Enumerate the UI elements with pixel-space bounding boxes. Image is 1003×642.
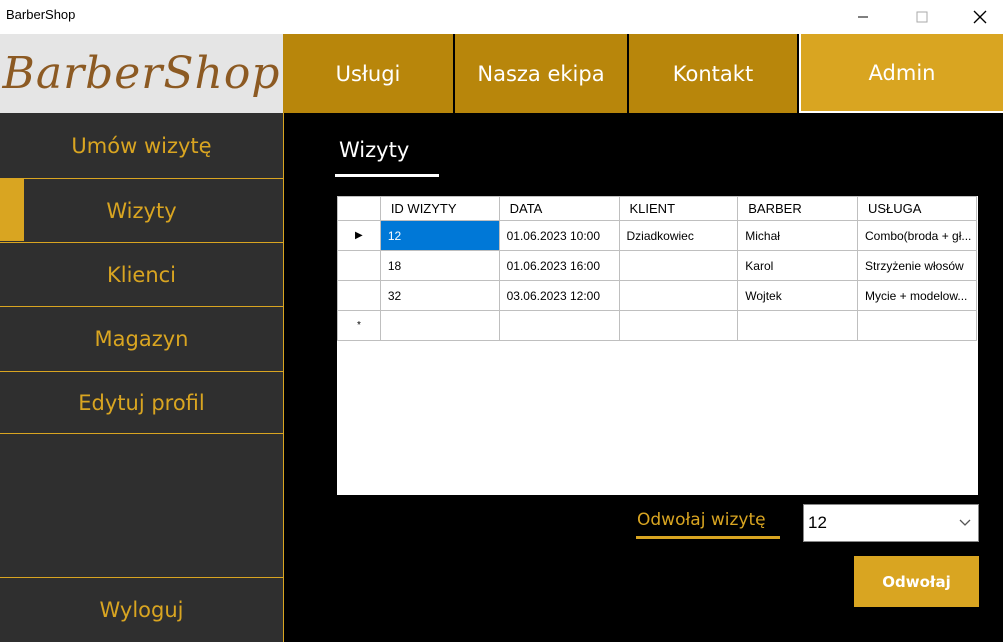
main-panel: Wizyty ID WIZYTY DATA KLIENT BARBER USŁU… (284, 113, 1003, 642)
sidebar-item-label: Magazyn (94, 327, 189, 351)
sidebar-item-edytuj-profil[interactable]: Edytuj profil (0, 372, 283, 434)
table-row[interactable]: 32 03.06.2023 12:00 Wojtek Mycie + model… (337, 280, 978, 311)
tab-uslugi[interactable]: Usługi (283, 34, 453, 113)
row-header-corner (337, 196, 381, 221)
tab-kontakt[interactable]: Kontakt (629, 34, 797, 113)
table-cell[interactable] (856, 310, 978, 341)
window-title: BarberShop (6, 7, 76, 22)
close-button[interactable] (957, 0, 1003, 34)
table-header-row: ID WIZYTY DATA KLIENT BARBER USŁUGA (337, 196, 978, 221)
sidebar-item-label: Klienci (106, 262, 177, 287)
table-cell[interactable]: 01.06.2023 10:00 (498, 220, 620, 251)
top-nav: Usługi Nasza ekipa Kontakt Admin (283, 34, 1003, 113)
active-indicator (0, 179, 24, 241)
table-cell[interactable]: 03.06.2023 12:00 (498, 280, 620, 311)
sidebar: Umów wizytę Wizyty Klienci Magazyn Edytu… (0, 113, 284, 642)
table-cell[interactable]: Mycie + modelow... (856, 280, 978, 311)
table-cell[interactable] (618, 250, 739, 281)
table-row[interactable]: ▶ 12 01.06.2023 10:00 Dziadkowiec Michał… (337, 220, 978, 251)
title-bar: BarberShop (0, 0, 1003, 34)
table-cell[interactable] (498, 310, 620, 341)
page-title-underline (335, 174, 439, 177)
visit-id-select[interactable]: 12 (803, 504, 979, 542)
sidebar-item-umow-wizyte[interactable]: Umów wizytę (0, 113, 283, 179)
tab-admin[interactable]: Admin (799, 34, 1003, 113)
column-header-id[interactable]: ID WIZYTY (379, 196, 500, 221)
table-row[interactable]: 18 01.06.2023 16:00 Karol Strzyżenie wło… (337, 250, 978, 281)
sidebar-item-label: Edytuj profil (78, 390, 205, 415)
page-title: Wizyty (339, 138, 410, 162)
logout-label: Wyloguj (99, 598, 184, 622)
cancel-visit-label: Odwołaj wizytę (637, 510, 766, 530)
app-window: BarberShop BarberShop Usługi Nasza ekipa… (0, 0, 1003, 642)
sidebar-item-magazyn[interactable]: Magazyn (0, 307, 283, 372)
table-cell[interactable] (737, 310, 858, 341)
row-header-current[interactable]: ▶ (337, 220, 381, 251)
logo-text: BarberShop (2, 48, 281, 99)
maximize-button[interactable] (899, 0, 945, 34)
table-cell[interactable]: Combo(broda + gł... (856, 220, 978, 251)
table-cell[interactable]: 12 (379, 220, 500, 251)
table-new-row[interactable]: * (337, 310, 978, 341)
row-header[interactable] (337, 250, 381, 281)
maximize-icon (916, 11, 928, 23)
tab-nasza-ekipa[interactable]: Nasza ekipa (455, 34, 627, 113)
minimize-icon (858, 16, 868, 18)
sidebar-item-label: Wizyty (106, 198, 177, 223)
table-cell[interactable]: 18 (379, 250, 500, 281)
sidebar-item-label: Umów wizytę (71, 133, 212, 158)
cancel-visit-underline (636, 536, 780, 539)
table-cell[interactable]: 32 (379, 280, 500, 311)
table-cell[interactable] (379, 310, 500, 341)
column-header-barber[interactable]: BARBER (737, 196, 858, 221)
column-header-usluga[interactable]: USŁUGA (856, 196, 978, 221)
table-cell[interactable]: Strzyżenie włosów (856, 250, 978, 281)
row-header-new[interactable]: * (337, 310, 381, 341)
close-icon (973, 10, 987, 24)
chevron-down-icon (959, 519, 971, 526)
table-cell[interactable]: Dziadkowiec (618, 220, 739, 251)
row-header[interactable] (337, 280, 381, 311)
table-cell[interactable] (618, 280, 739, 311)
column-header-data[interactable]: DATA (498, 196, 620, 221)
cancel-visit-button[interactable]: Odwołaj (854, 556, 979, 607)
logout-button[interactable]: Wyloguj (0, 577, 283, 642)
table-cell[interactable]: Wojtek (737, 280, 858, 311)
visit-id-value: 12 (808, 513, 827, 532)
table-cell[interactable]: Michał (737, 220, 858, 251)
table-cell[interactable] (618, 310, 739, 341)
sidebar-item-klienci[interactable]: Klienci (0, 243, 283, 307)
minimize-button[interactable] (840, 0, 886, 34)
sidebar-item-wizyty[interactable]: Wizyty (0, 179, 283, 243)
app-logo: BarberShop (0, 34, 283, 113)
table-cell[interactable]: Karol (737, 250, 858, 281)
table-cell[interactable]: 01.06.2023 16:00 (498, 250, 620, 281)
column-header-klient[interactable]: KLIENT (618, 196, 739, 221)
visits-table: ID WIZYTY DATA KLIENT BARBER USŁUGA ▶ 12… (337, 196, 978, 341)
visits-grid[interactable]: ID WIZYTY DATA KLIENT BARBER USŁUGA ▶ 12… (337, 196, 978, 495)
